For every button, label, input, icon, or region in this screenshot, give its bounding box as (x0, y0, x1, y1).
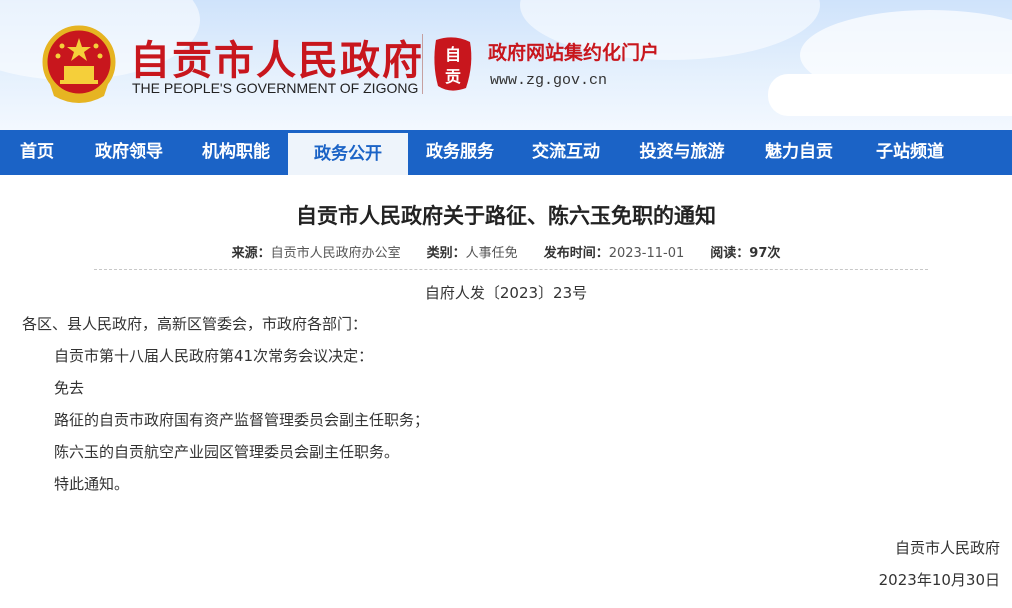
signature-date: 2023年10月30日 (878, 571, 1000, 589)
portal-label: 政府网站集约化门户 (488, 42, 660, 64)
document-number: 自府人发〔2023〕23号 (424, 284, 588, 302)
meta-divider (94, 269, 928, 270)
site-header: 自贡市人民政府 THE PEOPLE'S GOVERNMENT OF ZIGON… (0, 0, 1012, 130)
search-input[interactable] (768, 74, 1012, 116)
national-emblem-icon (42, 25, 116, 103)
meta-date-label: 发布时间： (543, 246, 609, 261)
nav-item-services[interactable]: 政务服务 (408, 130, 512, 175)
meta-category-label: 类别： (426, 246, 466, 261)
nav-item-functions[interactable]: 机构职能 (184, 130, 288, 175)
nav-item-investment-tourism[interactable]: 投资与旅游 (620, 130, 744, 175)
paragraph: 免去 (54, 379, 85, 397)
paragraph: 陈六玉的自贡航空产业园区管理委员会副主任职务。 (54, 443, 400, 461)
nav-item-leaders[interactable]: 政府领导 (74, 130, 184, 175)
header-divider (422, 34, 423, 94)
nav-item-gov-affairs[interactable]: 政务公开 (288, 130, 408, 175)
nav-item-charm-zigong[interactable]: 魅力自贡 (744, 130, 854, 175)
site-title: 自贡市人民政府 (130, 37, 424, 84)
paragraph: 特此通知。 (54, 475, 130, 493)
paragraph: 路征的自贡市政府国有资产监督管理委员会副主任职务； (54, 411, 430, 429)
meta-views-label: 阅读： (710, 246, 750, 261)
meta-views: 97次 (749, 246, 781, 261)
signature: 自贡市人民政府 (894, 539, 1000, 557)
meta-category: 人事任免 (465, 246, 518, 261)
svg-text:贡: 贡 (445, 67, 461, 86)
main-nav: 首页 政府领导 机构职能 政务公开 政务服务 交流互动 投资与旅游 魅力自贡 子… (0, 130, 1012, 175)
meta-date: 2023-11-01 (608, 246, 685, 261)
zigong-seal-logo-icon: 自 贡 (434, 37, 472, 91)
portal-url[interactable]: www.zg.gov.cn (490, 72, 607, 89)
nav-item-interaction[interactable]: 交流互动 (512, 130, 620, 175)
svg-text:自: 自 (445, 45, 461, 64)
article-title: 自贡市人民政府关于路征、陈六玉免职的通知 (296, 204, 716, 228)
site-subtitle: THE PEOPLE'S GOVERNMENT OF ZIGONG (132, 80, 419, 96)
salutation: 各区、县人民政府，高新区管委会，市政府各部门： (22, 315, 368, 333)
nav-item-sub-sites[interactable]: 子站频道 (854, 130, 966, 175)
meta-source: 自贡市人民政府办公室 (270, 246, 401, 261)
nav-item-home[interactable]: 首页 (0, 130, 74, 175)
paragraph: 自贡市第十八届人民政府第41次常务会议决定： (54, 347, 374, 365)
meta-source-label: 来源： (231, 246, 271, 261)
article-meta: 来源：自贡市人民政府办公室 类别：人事任免 发布时间：2023-11-01 阅读：97… (0, 242, 1012, 261)
